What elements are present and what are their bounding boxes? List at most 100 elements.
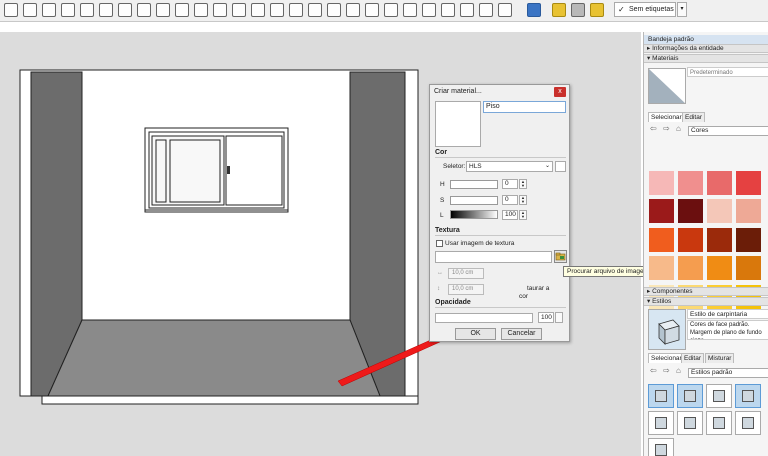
lightness-slider[interactable] (450, 210, 498, 219)
paint-bucket-icon[interactable] (61, 3, 75, 17)
color-swatch[interactable] (648, 170, 675, 196)
sandbox-scratch-icon[interactable] (308, 3, 322, 17)
styles-panel-header[interactable]: ▾ Estilos (644, 297, 768, 306)
browse-texture-button[interactable] (554, 250, 567, 263)
forward-arrow-icon[interactable]: ⇨ (663, 124, 670, 133)
color-swatch[interactable] (677, 255, 704, 281)
hue-value-input[interactable]: 0 (502, 179, 518, 189)
solid-subtract-icon[interactable] (479, 3, 493, 17)
color-swatch[interactable] (648, 227, 675, 253)
saturation-slider[interactable] (450, 196, 498, 205)
color-swatch[interactable] (706, 170, 733, 196)
tab-styles-edit[interactable]: Editar (681, 353, 704, 363)
style-tile[interactable] (735, 411, 761, 435)
flip-edge-icon[interactable] (403, 3, 417, 17)
style-tile[interactable] (706, 384, 732, 408)
solid-trim-icon[interactable] (498, 3, 512, 17)
style-name-field[interactable]: Estilo de carpintaria (687, 309, 768, 319)
extension-manager-icon[interactable] (590, 3, 604, 17)
color-swatch[interactable] (677, 170, 704, 196)
book-icon[interactable] (527, 3, 541, 17)
texture-height-input[interactable]: 10,0 cm (448, 284, 484, 295)
color-swatch[interactable] (706, 255, 733, 281)
eraser-tool-icon[interactable] (42, 3, 56, 17)
color-swatch[interactable] (706, 198, 733, 224)
style-tile[interactable] (735, 384, 761, 408)
3d-warehouse-icon[interactable] (552, 3, 566, 17)
color-swatch[interactable] (677, 198, 704, 224)
style-tile[interactable] (706, 411, 732, 435)
use-texture-checkbox[interactable] (436, 240, 443, 247)
hue-slider[interactable] (450, 180, 498, 189)
tab-select[interactable]: Selecionar (648, 112, 685, 122)
hue-spinner[interactable]: ▲ ▼ (519, 179, 527, 189)
scale-tool-icon[interactable] (118, 3, 132, 17)
color-picker-select[interactable]: HLS ⌄ (466, 161, 553, 172)
entity-info-panel-header[interactable]: ▸ Informações da entidade (644, 44, 768, 53)
dimension-tool-icon[interactable] (232, 3, 246, 17)
color-swatch[interactable] (677, 227, 704, 253)
tape-measure-icon[interactable] (175, 3, 189, 17)
drape-icon[interactable] (365, 3, 379, 17)
push-pull-icon[interactable] (80, 3, 94, 17)
color-swatch[interactable] (648, 255, 675, 281)
tag-select[interactable]: ✓ Sem etiquetas (614, 2, 676, 17)
style-tile[interactable] (648, 384, 674, 408)
opacity-spinner[interactable] (555, 312, 563, 323)
smoove-icon[interactable] (327, 3, 341, 17)
close-icon[interactable]: x (554, 87, 566, 97)
material-library-select[interactable]: Cores (688, 126, 768, 136)
color-swatch[interactable] (735, 170, 762, 196)
style-tile[interactable] (648, 411, 674, 435)
axes-tool-icon[interactable] (213, 3, 227, 17)
back-arrow-icon[interactable]: ⇦ (650, 366, 657, 375)
protractor-icon[interactable] (194, 3, 208, 17)
tab-styles-select[interactable]: Selecionar (648, 353, 685, 363)
color-swatch[interactable] (735, 198, 762, 224)
add-detail-icon[interactable] (384, 3, 398, 17)
tab-styles-mix[interactable]: Misturar (705, 353, 735, 363)
tab-edit[interactable]: Editar (682, 112, 705, 122)
style-tile[interactable] (648, 438, 674, 456)
color-swatch[interactable] (735, 227, 762, 253)
solid-union-icon[interactable] (460, 3, 474, 17)
color-swatch[interactable] (648, 198, 675, 224)
opacity-value-input[interactable]: 100 (538, 312, 554, 323)
current-color-swatch[interactable] (555, 161, 566, 172)
lightness-spinner[interactable]: ▲ ▼ (519, 210, 527, 220)
extension-warehouse-icon[interactable] (571, 3, 585, 17)
back-arrow-icon[interactable]: ⇦ (650, 124, 657, 133)
material-name-input[interactable]: Piso (483, 101, 566, 113)
color-swatch[interactable] (735, 255, 762, 281)
cancel-button[interactable]: Cancelar (501, 328, 542, 340)
offset-tool-icon[interactable] (137, 3, 151, 17)
solid-outer-shell-icon[interactable] (422, 3, 436, 17)
saturation-value-input[interactable]: 0 (502, 195, 518, 205)
stamp-icon[interactable] (346, 3, 360, 17)
texture-path-input[interactable] (435, 251, 552, 263)
rotate-tool-icon[interactable] (99, 3, 113, 17)
styles-library-select[interactable]: Estilos padrão (688, 368, 768, 378)
move-tool-icon[interactable] (4, 3, 18, 17)
follow-me-icon[interactable] (156, 3, 170, 17)
forward-arrow-icon[interactable]: ⇨ (663, 366, 670, 375)
saturation-spinner[interactable]: ▲ ▼ (519, 195, 527, 205)
style-tile[interactable] (677, 384, 703, 408)
chevron-down-icon[interactable]: ▾ (677, 2, 687, 17)
components-panel-header[interactable]: ▸ Componentes (644, 287, 768, 296)
sandbox-contours-icon[interactable] (289, 3, 303, 17)
lightness-value-input[interactable]: 100 (502, 210, 518, 220)
line-tool-icon[interactable] (23, 3, 37, 17)
texture-width-input[interactable]: 10,0 cm (448, 268, 484, 279)
section-plane-icon[interactable] (270, 3, 284, 17)
home-icon[interactable]: ⌂ (676, 124, 681, 133)
material-name-field[interactable]: Predeterminado (687, 67, 768, 77)
style-description[interactable]: Cores de face padrão. Margem de plano de… (687, 320, 768, 340)
opacity-slider[interactable] (435, 313, 533, 323)
materials-panel-header[interactable]: ▾ Materiais (644, 54, 768, 63)
home-icon[interactable]: ⌂ (676, 366, 681, 375)
color-swatch[interactable] (706, 227, 733, 253)
solid-intersect-icon[interactable] (441, 3, 455, 17)
style-tile[interactable] (677, 411, 703, 435)
text-tool-icon[interactable] (251, 3, 265, 17)
